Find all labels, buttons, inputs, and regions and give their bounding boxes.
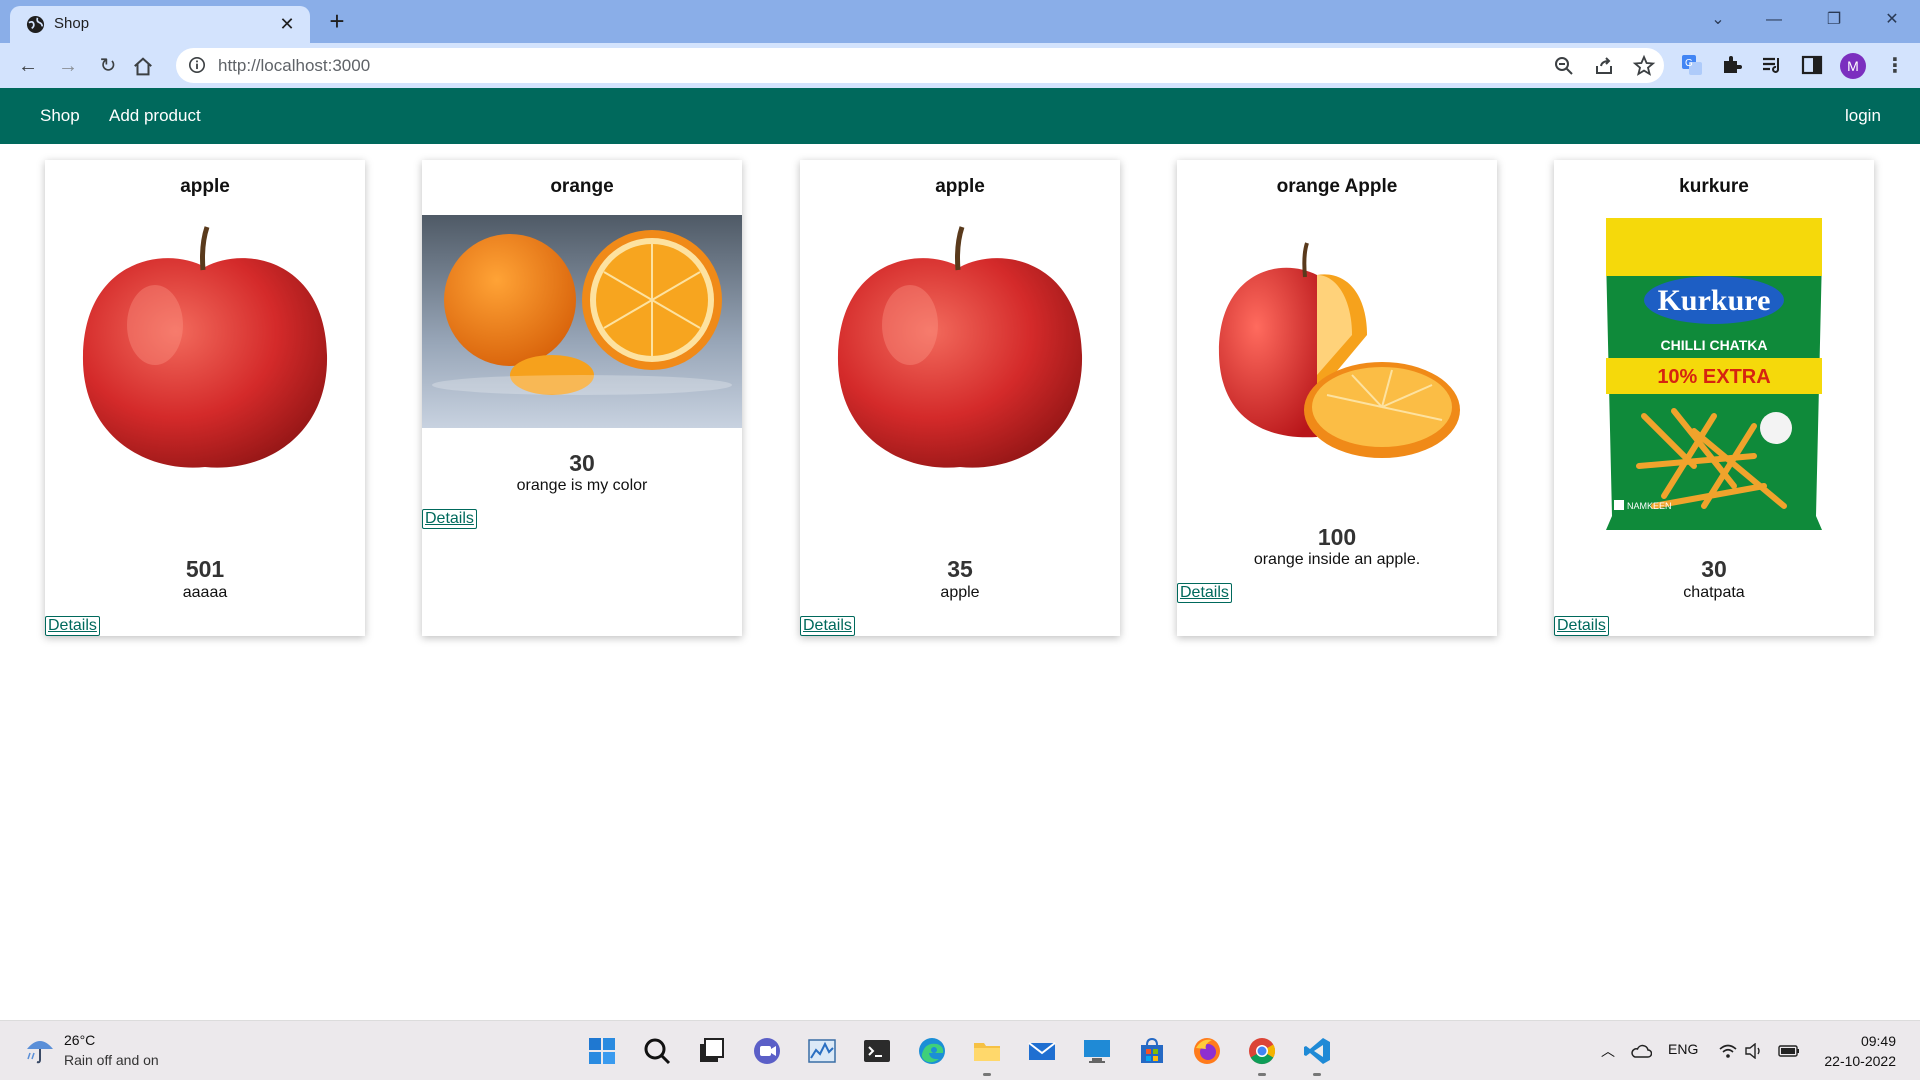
product-image-orange-apple — [1177, 215, 1497, 505]
profile-avatar[interactable]: M — [1840, 53, 1866, 79]
onedrive-cloud-icon[interactable] — [1630, 1043, 1652, 1059]
side-panel-icon[interactable] — [1800, 53, 1824, 77]
product-image-kurkure-pack: Kurkure CHILLI CHATKA 10% EXTRA NAMKEEN — [1606, 218, 1822, 530]
running-indicator — [983, 1073, 991, 1076]
clock-date[interactable]: 22-10-2022 — [1816, 1053, 1896, 1069]
browser-tab[interactable]: Shop ✕ — [10, 6, 310, 43]
minimize-button[interactable]: — — [1746, 0, 1802, 40]
url-text: http://localhost:3000 — [218, 56, 371, 75]
product-card: orange Apple 100 orange inside an apple.… — [1177, 160, 1497, 636]
edge-browser-icon[interactable] — [917, 1036, 947, 1066]
app-navbar: Shop Add product login — [0, 88, 1920, 144]
nav-link-login[interactable]: login — [1845, 106, 1881, 126]
details-button[interactable]: Details — [1554, 616, 1609, 636]
tab-title: Shop — [54, 15, 90, 32]
close-tab-icon[interactable]: ✕ — [274, 11, 300, 37]
restore-button[interactable]: ❐ — [1806, 0, 1862, 40]
teams-chat-icon[interactable] — [752, 1036, 782, 1066]
product-image-apple — [837, 226, 1083, 468]
weather-temperature[interactable]: 26°C — [64, 1032, 95, 1048]
details-button[interactable]: Details — [45, 616, 100, 636]
product-title: kurkure — [1679, 176, 1749, 197]
media-queue-icon[interactable] — [1760, 53, 1784, 77]
kurkure-flavor-text: CHILLI CHATKA — [1660, 337, 1767, 353]
product-card: apple 35 apple Details — [800, 160, 1120, 636]
product-title: orange Apple — [1276, 176, 1398, 197]
back-arrow-icon[interactable]: ← — [12, 50, 44, 82]
product-title: orange — [550, 176, 614, 197]
product-card: kurkure Kurkure CHILLI CHATKA 10% EXTRA … — [1554, 160, 1874, 636]
product-title: apple — [180, 176, 230, 197]
product-description: orange is my color — [516, 477, 648, 494]
remote-desktop-icon[interactable] — [1082, 1036, 1112, 1066]
browser-toolbar: ← → ↻ http://localhost:3000 G M ⋮ — [0, 43, 1920, 88]
wifi-icon[interactable] — [1718, 1043, 1738, 1059]
product-description: orange inside an apple. — [1253, 551, 1421, 568]
menu-kebab-icon[interactable]: ⋮ — [1879, 50, 1911, 82]
reload-icon[interactable]: ↻ — [92, 50, 124, 82]
product-price: 35 — [947, 556, 973, 582]
product-price: 501 — [185, 556, 225, 582]
weather-condition[interactable]: Rain off and on — [64, 1052, 159, 1068]
rain-umbrella-icon[interactable] — [24, 1035, 56, 1065]
svg-text:G: G — [1685, 58, 1693, 69]
file-explorer-icon[interactable] — [972, 1036, 1002, 1066]
performance-monitor-icon[interactable] — [807, 1036, 837, 1066]
zoom-icon[interactable] — [1552, 54, 1576, 78]
product-price: 30 — [1701, 556, 1727, 582]
kurkure-offer-text: 10% EXTRA — [1657, 366, 1770, 388]
product-image-orange — [422, 215, 742, 428]
product-grid: apple 501 aaaaa Details orange 30 orange… — [0, 160, 1920, 636]
clock-time[interactable]: 09:49 — [1850, 1033, 1896, 1049]
battery-icon[interactable] — [1778, 1044, 1800, 1058]
product-description: aaaaa — [182, 584, 228, 601]
search-icon[interactable] — [642, 1036, 672, 1066]
product-card: orange 30 orange is my color Details — [422, 160, 742, 636]
kurkure-brand-text: Kurkure — [1658, 284, 1771, 317]
home-icon[interactable] — [132, 56, 154, 78]
details-button[interactable]: Details — [1177, 583, 1232, 603]
product-price: 30 — [569, 450, 595, 476]
mail-icon[interactable] — [1027, 1036, 1057, 1066]
nav-link-shop[interactable]: Shop — [40, 106, 80, 126]
details-button[interactable]: Details — [422, 509, 477, 529]
chevron-up-icon[interactable]: ︿ — [1601, 1041, 1615, 1061]
chrome-icon[interactable] — [1247, 1036, 1277, 1066]
vscode-icon[interactable] — [1302, 1036, 1332, 1066]
product-price: 100 — [1317, 524, 1357, 550]
terminal-icon[interactable] — [862, 1036, 892, 1066]
tab-search-icon[interactable]: ⌄ — [1690, 0, 1746, 40]
product-description: apple — [940, 584, 980, 601]
running-indicator — [1258, 1073, 1266, 1076]
product-title: apple — [935, 176, 985, 197]
running-indicator — [1313, 1073, 1321, 1076]
forward-arrow-icon[interactable]: → — [52, 50, 84, 82]
close-window-button[interactable]: ✕ — [1864, 0, 1920, 40]
product-card: apple 501 aaaaa Details — [45, 160, 365, 636]
browser-tab-strip: Shop ✕ + ⌄ — ❐ ✕ — [0, 0, 1920, 43]
nav-link-add-product[interactable]: Add product — [109, 106, 201, 126]
firefox-icon[interactable] — [1192, 1036, 1222, 1066]
extensions-icon[interactable] — [1720, 53, 1744, 77]
volume-icon[interactable] — [1744, 1043, 1764, 1059]
new-tab-button[interactable]: + — [322, 6, 352, 36]
info-icon[interactable] — [188, 56, 206, 74]
language-indicator[interactable]: ENG — [1668, 1041, 1698, 1057]
task-view-icon[interactable] — [697, 1036, 727, 1066]
product-description: chatpata — [1683, 584, 1745, 601]
microsoft-store-icon[interactable] — [1137, 1036, 1167, 1066]
product-image-apple — [82, 226, 328, 468]
windows-start-icon[interactable] — [587, 1036, 617, 1066]
translate-icon[interactable]: G — [1680, 53, 1704, 77]
details-button[interactable]: Details — [800, 616, 855, 636]
bookmark-star-icon[interactable] — [1632, 54, 1656, 78]
address-bar[interactable]: http://localhost:3000 — [176, 48, 1664, 83]
kurkure-tag-text: NAMKEEN — [1627, 501, 1672, 511]
globe-icon — [26, 15, 45, 34]
windows-taskbar: 26°C Rain off and on ︿ ENG 09:49 22-10-2… — [0, 1020, 1920, 1080]
share-icon[interactable] — [1592, 54, 1616, 78]
